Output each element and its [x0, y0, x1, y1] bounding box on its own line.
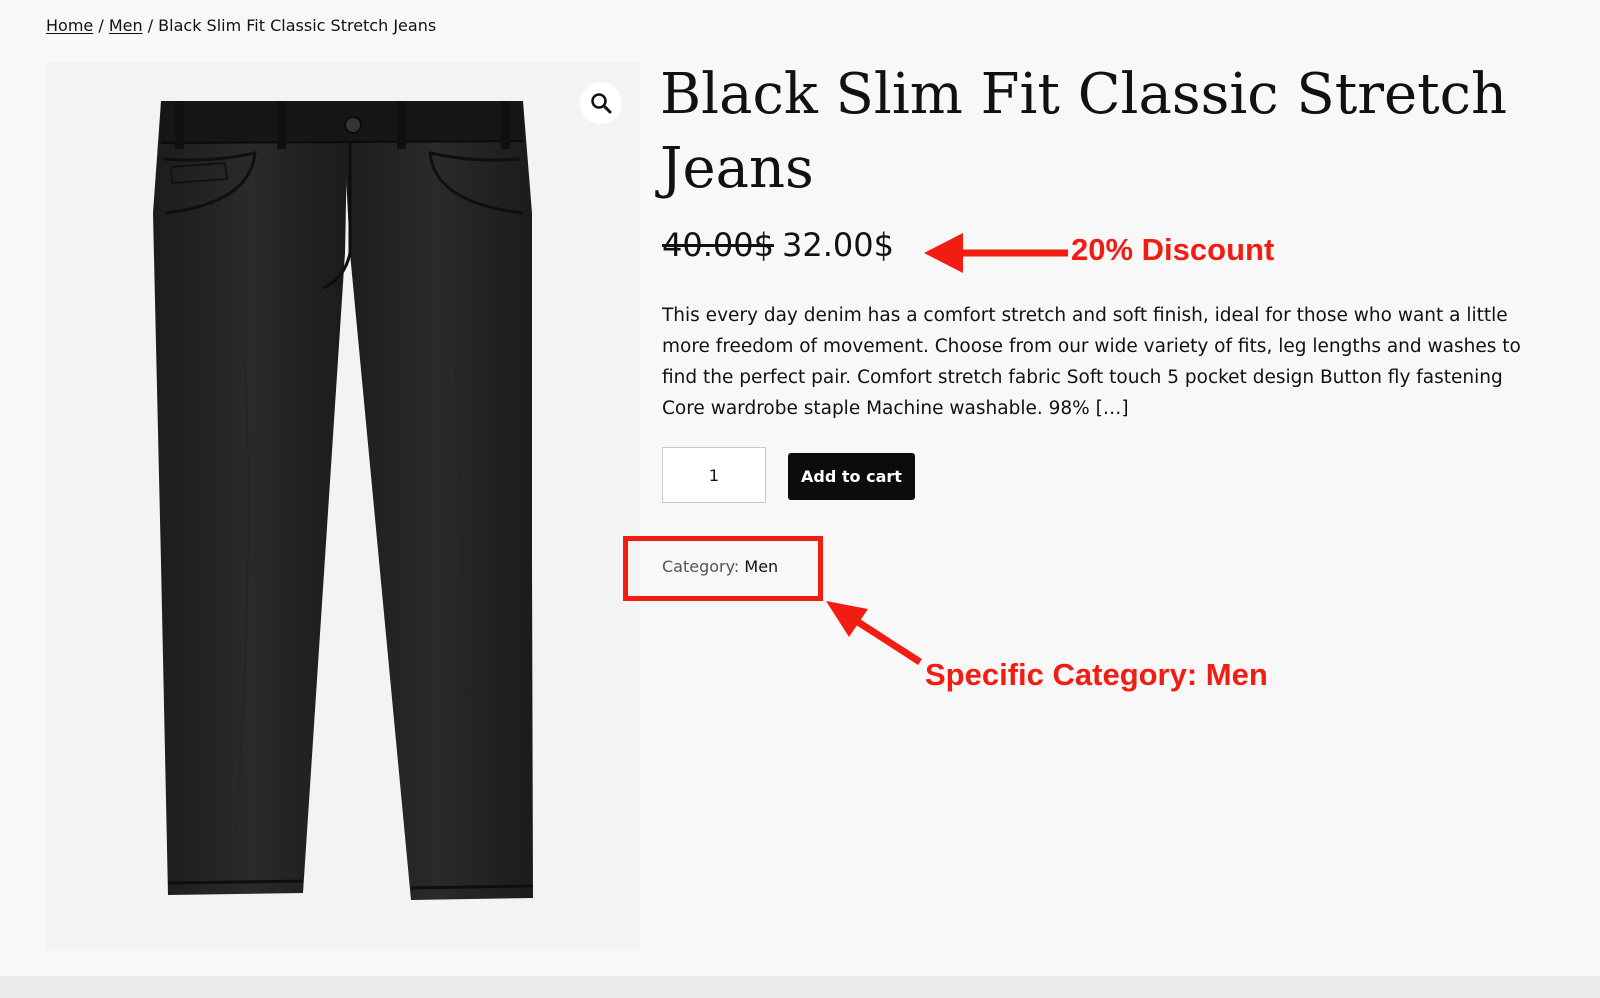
- quantity-input[interactable]: [662, 447, 766, 503]
- add-to-cart-button[interactable]: Add to cart: [788, 453, 915, 500]
- category-annotation: Specific Category: Men: [925, 657, 1268, 692]
- discount-arrow: [924, 233, 1068, 273]
- breadcrumb-category-link[interactable]: Men: [109, 16, 143, 35]
- breadcrumb: Home / Men / Black Slim Fit Classic Stre…: [46, 16, 436, 35]
- zoom-button[interactable]: [580, 82, 622, 124]
- product-image[interactable]: [45, 63, 640, 950]
- sale-price: 32.00$: [781, 226, 894, 264]
- magnifier-icon: [591, 93, 612, 114]
- breadcrumb-home-link[interactable]: Home: [46, 16, 93, 35]
- old-price: 40.00$: [662, 226, 774, 264]
- page-footer-strip: [0, 976, 1600, 998]
- category-link[interactable]: Men: [744, 557, 778, 576]
- product-price: 40.00$ 32.00$: [662, 226, 894, 264]
- product-title: Black Slim Fit Classic Stretch Jeans: [660, 62, 1508, 201]
- category-label: Category:: [662, 557, 740, 576]
- discount-annotation: 20% Discount: [1071, 232, 1275, 267]
- category-arrow: [826, 601, 922, 665]
- product-category: Category: Men: [662, 557, 778, 576]
- breadcrumb-separator: /: [142, 16, 159, 35]
- breadcrumb-current: Black Slim Fit Classic Stretch Jeans: [158, 16, 437, 35]
- breadcrumb-separator: /: [93, 16, 109, 35]
- product-description: This every day denim has a comfort stret…: [662, 305, 1521, 419]
